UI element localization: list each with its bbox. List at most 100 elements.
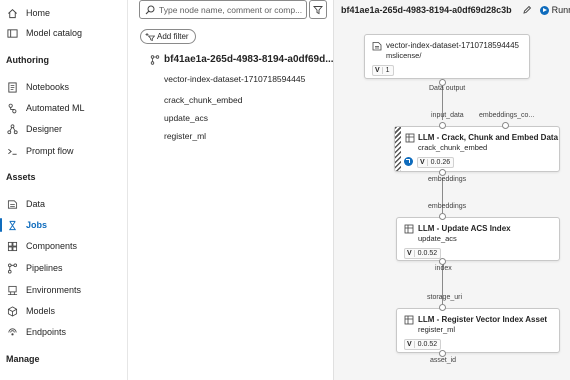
port-label-storage-uri: storage_uri: [427, 294, 463, 301]
input-port[interactable]: [439, 213, 446, 220]
nav-label: Jobs: [26, 220, 48, 230]
output-port[interactable]: [439, 258, 446, 265]
nav-item-pipelines[interactable]: Pipelines: [0, 258, 128, 278]
input-port[interactable]: [502, 122, 509, 129]
version-badge: V 0.0.52: [404, 248, 442, 259]
nav-item-notebooks[interactable]: Notebooks: [0, 77, 128, 97]
node-subtitle: crack_chunk_embed: [418, 143, 488, 152]
version-badge: V1: [372, 65, 394, 76]
nav-label: Endpoints: [26, 327, 67, 337]
nav-label: Environments: [26, 285, 82, 295]
add-filter-label: Add filter: [157, 32, 189, 41]
tree-item-dataset[interactable]: vector-index-dataset-1710718594445: [164, 74, 305, 84]
run-status-label: Running: [551, 5, 570, 15]
nav-label: Automated ML: [26, 103, 85, 113]
add-filter-icon: [145, 33, 155, 41]
node-search-box[interactable]: [139, 0, 307, 19]
running-icon: [539, 5, 549, 15]
node-dataset[interactable]: vector-index-dataset-1710718594445 mslic…: [364, 34, 530, 79]
port-label-asset-id: asset_id: [430, 357, 457, 364]
filter-button[interactable]: [309, 0, 327, 19]
nav-item-models[interactable]: Models: [0, 301, 128, 321]
nav-label: Pipelines: [26, 263, 63, 273]
node-search-input[interactable]: [159, 4, 304, 15]
node-subtitle: register_ml: [418, 325, 456, 334]
notebook-icon: [6, 81, 18, 93]
port-label-embeddings-in: embeddings: [428, 203, 467, 210]
nav-section-manage: Manage: [6, 354, 40, 364]
node-update-acs[interactable]: LLM - Update ACS Index update_acs V 0.0.5…: [396, 217, 560, 261]
node-title: LLM - Register Vector Index Asset: [418, 315, 548, 324]
pipeline-job-name: bf41ae1a-265d-4983-8194-a0df69d...: [164, 54, 334, 65]
add-filter-button[interactable]: Add filter: [140, 29, 196, 44]
nav-section-assets: Assets: [6, 172, 36, 182]
nav-label: Components: [26, 241, 78, 251]
component-icon: [404, 224, 414, 234]
models-icon: [6, 305, 18, 317]
nav-item-data[interactable]: Data: [0, 194, 128, 214]
output-port[interactable]: [439, 350, 446, 357]
node-title: LLM - Update ACS Index: [418, 224, 511, 233]
input-port[interactable]: [439, 122, 446, 129]
nav-section-authoring: Authoring: [6, 55, 49, 65]
run-status: Running: [539, 5, 570, 15]
environments-icon: [6, 284, 18, 296]
nav-label: Prompt flow: [26, 146, 74, 156]
jobs-icon: [6, 219, 18, 231]
pipeline-icon: [150, 54, 160, 65]
output-port[interactable]: [439, 169, 446, 176]
input-port[interactable]: [439, 304, 446, 311]
port-label-data-output: Data output: [429, 85, 466, 92]
nav-item-automated-ml[interactable]: Automated ML: [0, 98, 128, 118]
nav-label: Designer: [26, 124, 63, 134]
model-catalog-icon: [6, 27, 18, 39]
nav-item-designer[interactable]: Designer: [0, 119, 128, 139]
data-icon: [6, 198, 18, 210]
nav-item-home[interactable]: Home: [0, 3, 128, 23]
node-title: vector-index-dataset-1710718594445: [386, 41, 519, 50]
nav-item-model-catalog[interactable]: Model catalog: [0, 23, 128, 43]
nav-item-jobs[interactable]: Jobs: [0, 215, 128, 235]
component-icon: [405, 133, 415, 143]
version-badge: V 0.0.26: [417, 157, 455, 168]
home-icon: [6, 7, 18, 19]
nav-item-components[interactable]: Components: [0, 236, 128, 256]
port-label-embeddings: embeddings: [428, 176, 467, 183]
nav-label: Models: [26, 306, 56, 316]
nav-label: Data: [26, 199, 46, 209]
components-icon: [6, 240, 18, 252]
nav-label: Notebooks: [26, 82, 70, 92]
automated-ml-icon: [6, 102, 18, 114]
tree-item-register-ml[interactable]: register_ml: [164, 131, 206, 141]
left-nav: Home Model catalog Authoring Notebooks A…: [0, 0, 128, 380]
filter-icon: [313, 5, 323, 14]
pipeline-job-root[interactable]: bf41ae1a-265d-4983-8194-a0df69d...: [150, 54, 334, 65]
version-badge: V 0.0.52: [404, 339, 442, 350]
node-register-ml[interactable]: LLM - Register Vector Index Asset regist…: [396, 308, 560, 353]
node-crack-chunk-embed[interactable]: LLM - Crack, Chunk and Embed Data crack_…: [394, 126, 560, 172]
port-label-embeddings-co: embeddings_co...: [479, 112, 535, 119]
component-icon: [404, 315, 414, 325]
tree-item-crack-chunk-embed[interactable]: crack_chunk_embed: [164, 95, 242, 105]
port-label-index: index: [435, 265, 452, 272]
job-tree-panel: Add filter bf41ae1a-265d-4983-8194-a0df6…: [133, 0, 334, 380]
node-subtitle: mslicense/: [386, 51, 422, 60]
nav-label: Home: [26, 8, 51, 18]
nav-item-prompt-flow[interactable]: Prompt flow: [0, 141, 128, 161]
port-label-input-data: input_data: [431, 112, 464, 119]
nav-item-environments[interactable]: Environments: [0, 280, 128, 300]
tree-item-update-acs[interactable]: update_acs: [164, 113, 208, 123]
nav-item-endpoints[interactable]: Endpoints: [0, 322, 128, 342]
job-run-title: bf41ae1a-265d-4983-8194-a0df69d28c3b: [341, 5, 512, 15]
dataset-icon: [372, 41, 382, 51]
edit-icon[interactable]: [522, 5, 532, 15]
endpoints-icon: [6, 326, 18, 338]
nav-label: Model catalog: [26, 28, 83, 38]
node-subtitle: update_acs: [418, 234, 457, 243]
node-title: LLM - Crack, Chunk and Embed Data: [418, 133, 559, 142]
designer-icon: [6, 123, 18, 135]
pipeline-graph-canvas[interactable]: bf41ae1a-265d-4983-8194-a0df69d28c3b Run…: [333, 0, 570, 380]
prompt-flow-icon: [6, 145, 18, 157]
search-icon: [145, 5, 155, 14]
pipelines-icon: [6, 262, 18, 274]
